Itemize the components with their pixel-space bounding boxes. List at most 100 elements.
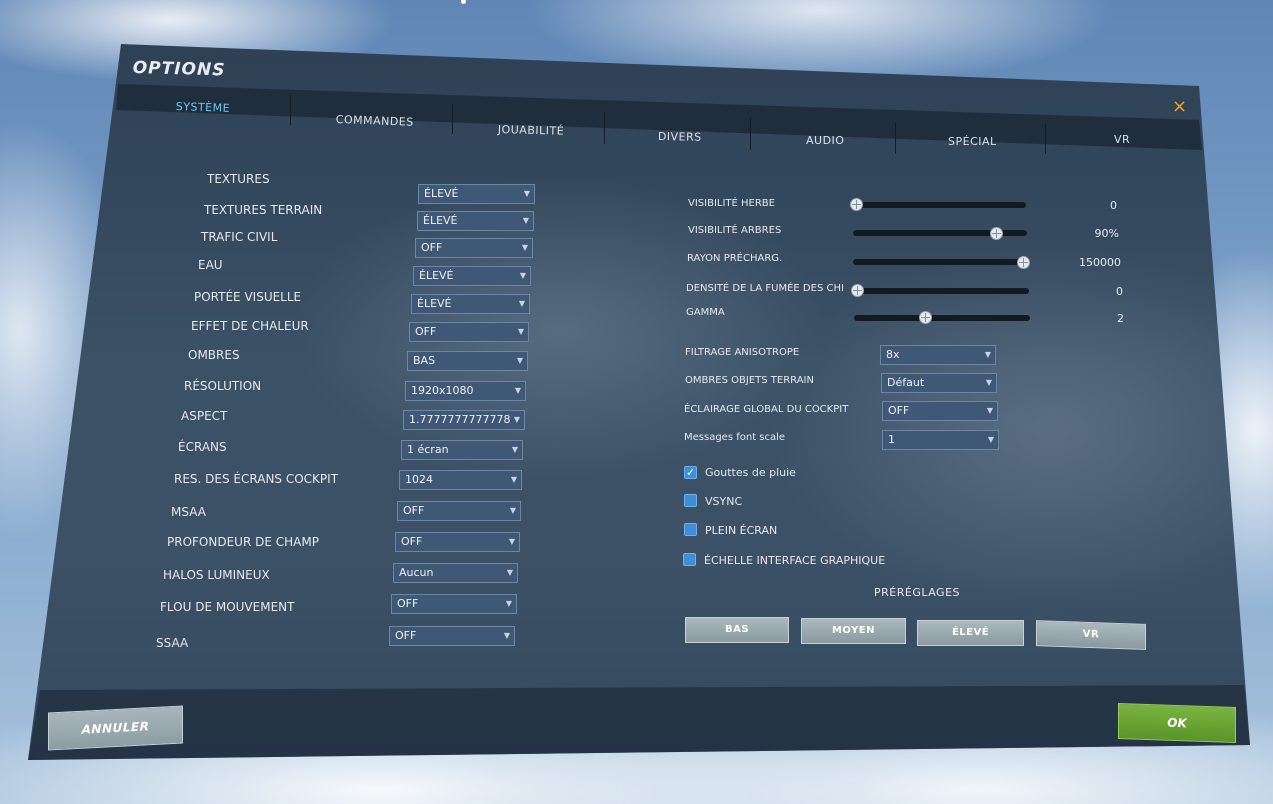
setting-label-portee-visuelle: PORTÉE VISUELLE [194, 290, 302, 304]
res-ecrans-cockpit-dropdown[interactable]: 1024 ▼ [399, 470, 522, 490]
visibilite-herbe-slider-handle[interactable] [850, 198, 863, 211]
setting-label-textures: TEXTURES [207, 172, 270, 186]
visibilite-herbe-slider[interactable] [852, 202, 1026, 208]
ombres-dropdown[interactable]: BAS ▼ [407, 351, 528, 371]
resolution-dropdown[interactable]: 1920x1080 ▼ [405, 381, 526, 401]
chevron-down-icon: ▼ [508, 537, 515, 546]
filtrage-anisotrope-dropdown[interactable]: 8x ▼ [880, 345, 996, 365]
setting-label-trafic-civil: TRAFIC CIVIL [201, 230, 278, 244]
echelle-interface-checkbox[interactable] [683, 553, 696, 566]
ssaa-dropdown[interactable]: OFF ▼ [389, 626, 515, 646]
chevron-down-icon: ▼ [516, 356, 523, 365]
tab-jouabilite[interactable]: JOUABILITÉ [498, 123, 565, 138]
gouttes-pluie-checkbox[interactable]: ✓ [684, 466, 697, 479]
vsync-checkbox[interactable] [684, 494, 697, 507]
rayon-precharg-slider[interactable] [853, 259, 1028, 265]
portee-visuelle-dropdown[interactable]: ÉLEVÉ ▼ [411, 294, 530, 314]
densite-fumee-slider[interactable] [853, 288, 1029, 294]
chevron-down-icon: ▼ [514, 386, 521, 395]
rayon-precharg-slider-handle[interactable] [1017, 256, 1030, 269]
dropdown-value: 8x [886, 348, 900, 361]
chevron-down-icon: ▼ [985, 378, 992, 387]
dropdown-value: OFF [415, 325, 437, 338]
eau-dropdown[interactable]: ÉLEVÉ ▼ [413, 266, 531, 286]
chevron-down-icon: ▼ [987, 435, 994, 444]
effet-chaleur-dropdown[interactable]: OFF ▼ [409, 322, 529, 342]
msaa-dropdown[interactable]: OFF ▼ [397, 501, 521, 521]
visibilite-arbres-slider-handle[interactable] [989, 227, 1003, 240]
densite-fumee-slider-handle[interactable] [851, 284, 864, 297]
textures-dropdown[interactable]: ÉLEVÉ ▼ [418, 184, 535, 204]
presets-title: PRÉRÉGLAGES [874, 586, 961, 599]
setting-label-res-ecrans-cockpit: RES. DES ÉCRANS COCKPIT [174, 472, 339, 486]
chevron-down-icon: ▼ [523, 189, 530, 198]
plein-ecran-checkbox[interactable] [684, 523, 697, 536]
visibilite-arbres-value: 90% [1094, 227, 1119, 240]
vsync-label: VSYNC [705, 495, 743, 508]
ombres-objets-terrain-dropdown[interactable]: Défaut ▼ [881, 373, 997, 393]
slider-label-gamma: GAMMA [686, 307, 725, 318]
tab-separator [895, 122, 896, 154]
dropdown-value: 1 [888, 433, 895, 446]
setting-label-ecrans: ÉCRANS [178, 440, 227, 454]
dropdown-value: BAS [413, 354, 436, 367]
tab-vr[interactable]: VR [1114, 133, 1130, 146]
slider-label-densite-fumee: DENSITÉ DE LA FUMÉE DES CHI [686, 283, 844, 294]
gamma-slider[interactable] [854, 315, 1030, 321]
dropdown-value: OFF [401, 535, 423, 548]
preset-vr-button[interactable]: VR [1036, 620, 1146, 650]
tab-systeme[interactable]: SYSTÈME [176, 100, 231, 115]
chevron-down-icon: ▼ [505, 599, 512, 608]
trafic-civil-dropdown[interactable]: OFF ▼ [415, 238, 533, 258]
chevron-down-icon: ▼ [986, 406, 993, 415]
eclairage-global-dropdown[interactable]: OFF ▼ [882, 401, 998, 421]
chevron-down-icon: ▼ [509, 506, 516, 515]
densite-fumee-value: 0 [1116, 285, 1123, 298]
profondeur-champ-dropdown[interactable]: OFF ▼ [395, 532, 520, 552]
setting-label-profondeur-champ: PROFONDEUR DE CHAMP [167, 535, 319, 549]
chevron-down-icon: ▼ [518, 299, 525, 308]
setting-label-filtrage-anisotrope: FILTRAGE ANISOTROPE [685, 347, 800, 358]
chevron-down-icon: ▼ [503, 631, 510, 640]
dropdown-value: ÉLEVÉ [423, 214, 458, 227]
setting-label-eclairage-global: ÉCLAIRAGE GLOBAL DU COCKPIT [684, 404, 849, 415]
dropdown-value: Défaut [887, 376, 925, 389]
preset-eleve-button[interactable]: ÉLEVÉ [917, 620, 1024, 646]
flou-mouvement-dropdown[interactable]: OFF ▼ [391, 594, 517, 614]
echelle-interface-label: ÉCHELLE INTERFACE GRAPHIQUE [704, 554, 886, 567]
tab-commandes[interactable]: COMMANDES [336, 113, 414, 129]
tab-separator [290, 95, 291, 125]
cancel-button[interactable]: ANNULER [48, 705, 183, 751]
ok-button[interactable]: OK [1118, 702, 1236, 744]
textures-terrain-dropdown[interactable]: ÉLEVÉ ▼ [417, 211, 534, 231]
tab-separator [750, 118, 751, 150]
setting-label-ssaa: SSAA [156, 636, 189, 650]
rayon-precharg-value: 150000 [1079, 256, 1121, 269]
dropdown-value: OFF [397, 597, 419, 610]
setting-label-msaa: MSAA [171, 505, 206, 519]
aspect-dropdown[interactable]: 1.7777777777778 ▼ [403, 410, 525, 430]
preset-moyen-button[interactable]: MOYEN [801, 618, 906, 644]
chevron-down-icon: ▼ [506, 568, 513, 577]
halos-lumineux-dropdown[interactable]: Aucun ▼ [393, 563, 518, 583]
gamma-slider-handle[interactable] [918, 311, 932, 324]
ecrans-dropdown[interactable]: 1 écran ▼ [401, 440, 523, 460]
setting-label-effet-chaleur: EFFET DE CHALEUR [191, 319, 309, 333]
close-icon[interactable]: × [1172, 96, 1187, 117]
gouttes-pluie-label: Gouttes de pluie [705, 466, 796, 479]
tab-special[interactable]: SPÉCIAL [948, 135, 997, 148]
tab-audio[interactable]: AUDIO [806, 134, 844, 147]
chevron-down-icon: ▼ [513, 415, 520, 424]
chevron-down-icon: ▼ [511, 445, 518, 454]
chevron-down-icon: ▼ [522, 216, 529, 225]
chevron-down-icon: ▼ [984, 350, 991, 359]
messages-font-scale-dropdown[interactable]: 1 ▼ [882, 430, 999, 450]
tab-divers[interactable]: DIVERS [658, 130, 702, 144]
dropdown-value: Aucun [399, 566, 434, 579]
sun-glare [461, 0, 466, 4]
setting-label-halos-lumineux: HALOS LUMINEUX [163, 568, 270, 582]
slider-label-rayon-precharg: RAYON PRÉCHARG. [687, 253, 783, 264]
chevron-down-icon: ▼ [517, 327, 524, 336]
preset-bas-button[interactable]: BAS [685, 617, 789, 643]
tab-separator [1045, 124, 1046, 154]
